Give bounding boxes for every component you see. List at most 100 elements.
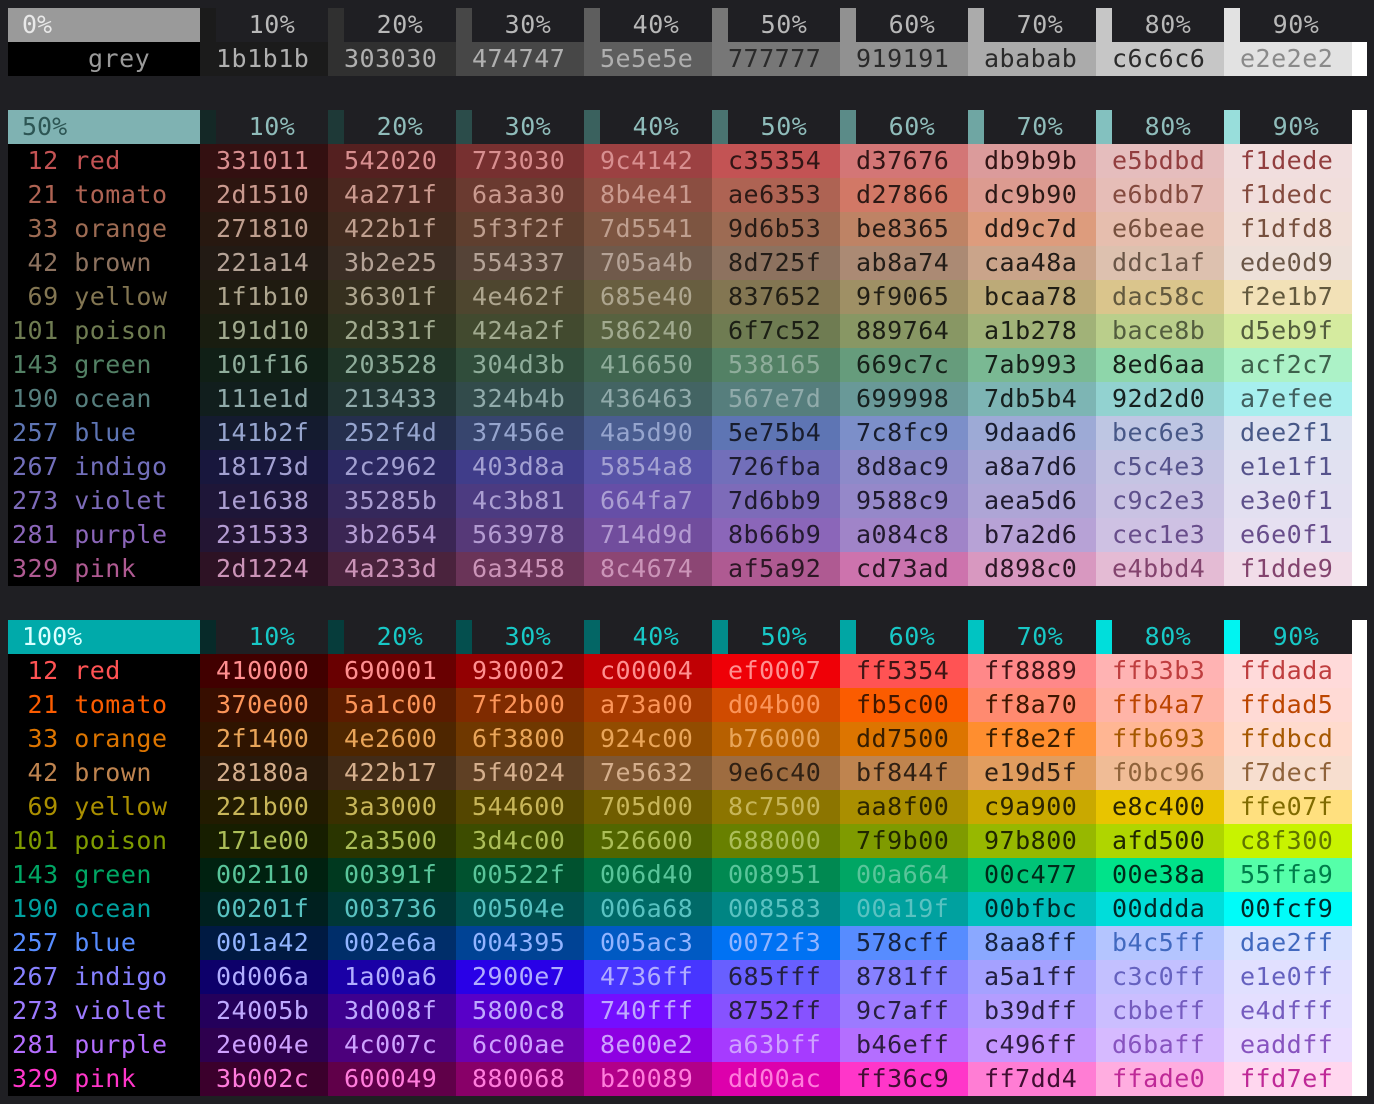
- swatch-violet-30: 4c3b81: [456, 484, 584, 518]
- color-row: 257 blue 001a42 002e6a 004395 005ac3 0072f3 57…: [8, 926, 1367, 960]
- white-edge: [1352, 960, 1367, 994]
- swatch-violet-50: 8752ff: [712, 994, 840, 1028]
- swatch-ocean-40: 436463: [584, 382, 712, 416]
- swatch-violet-40: 740fff: [584, 994, 712, 1028]
- swatch-purple-30: 563978: [456, 518, 584, 552]
- swatch-blue-90: dae2ff: [1224, 926, 1352, 960]
- swatch-pink-40: 8c4674: [584, 552, 712, 586]
- swatch-poison-50: 688000: [712, 824, 840, 858]
- swatch-poison-10: 171e00: [200, 824, 328, 858]
- white-edge: [1352, 756, 1367, 790]
- percent-header-60: 60%: [840, 110, 968, 144]
- row-label-orange: 33 orange: [12, 214, 168, 243]
- white-edge: [1352, 246, 1367, 280]
- color-row: 257 blue 141b2f 252f4d 37456e 4a5d90 5e75b4 7c…: [8, 416, 1367, 450]
- swatch-purple-80: cec1e3: [1096, 518, 1224, 552]
- swatch-indigo-60: 8d8ac9: [840, 450, 968, 484]
- white-edge: [1352, 858, 1367, 892]
- swatch-poison-60: 889764: [840, 314, 968, 348]
- swatch-indigo-50: 685fff: [712, 960, 840, 994]
- swatch-pink-30: 6a3458: [456, 552, 584, 586]
- grey-swatch-1b1b1b: 1b1b1b: [200, 42, 328, 76]
- swatch-tomato-60: d27866: [840, 178, 968, 212]
- swatch-orange-90: f1dfd8: [1224, 212, 1352, 246]
- swatch-tomato-10: 370e00: [200, 688, 328, 722]
- swatch-tomato-50: ae6353: [712, 178, 840, 212]
- swatch-red-30: 773030: [456, 144, 584, 178]
- color-row: 42 brown 28180a 422b17 5f4024 7e5632 9e6c40 bf…: [8, 756, 1367, 790]
- swatch-purple-70: c496ff: [968, 1028, 1096, 1062]
- swatch-yellow-60: aa8f00: [840, 790, 968, 824]
- swatch-ocean-40: 006a68: [584, 892, 712, 926]
- swatch-yellow-30: 544600: [456, 790, 584, 824]
- swatch-purple-20: 4c007c: [328, 1028, 456, 1062]
- swatch-red-70: db9b9b: [968, 144, 1096, 178]
- swatch-orange-20: 422b1f: [328, 212, 456, 246]
- swatch-blue-50: 0072f3: [712, 926, 840, 960]
- row-label-purple: 281 purple: [12, 1030, 168, 1059]
- white-edge: [1352, 994, 1367, 1028]
- swatch-orange-10: 2f1400: [200, 722, 328, 756]
- color-row: 190 ocean 111e1d 213433 324b4b 436463 567e7d 6…: [8, 382, 1367, 416]
- color-row: 69 yellow 221b00 3a3000 544600 705d00 8c7500 a…: [8, 790, 1367, 824]
- swatch-pink-50: dd00ac: [712, 1062, 840, 1096]
- color-row: 12 red 331011 542020 773030 9c4142 c35354 d376…: [8, 144, 1367, 178]
- swatch-brown-80: ddc1af: [1096, 246, 1224, 280]
- percent-header-10: 10%: [200, 620, 328, 654]
- swatch-violet-30: 5800c8: [456, 994, 584, 1028]
- swatch-poison-40: 586240: [584, 314, 712, 348]
- percent-header-10: 10%: [200, 8, 328, 42]
- swatch-red-90: f1dede: [1224, 144, 1352, 178]
- swatch-orange-80: e6beae: [1096, 212, 1224, 246]
- row-label-violet: 273 violet: [12, 996, 168, 1025]
- swatch-blue-50: 5e75b4: [712, 416, 840, 450]
- row-label-green: 143 green: [12, 350, 152, 379]
- color-row: 281 purple 231533 3b2654 563978 714d9d 8b66b9…: [8, 518, 1367, 552]
- swatch-blue-40: 4a5d90: [584, 416, 712, 450]
- color-row: 273 violet 1e1638 35285b 4c3b81 664fa7 7d6bb9…: [8, 484, 1367, 518]
- swatch-indigo-20: 2c2962: [328, 450, 456, 484]
- white-edge: [1352, 688, 1367, 722]
- swatch-purple-90: e6e0f1: [1224, 518, 1352, 552]
- swatch-ocean-60: 699998: [840, 382, 968, 416]
- swatch-pink-90: f1dde9: [1224, 552, 1352, 586]
- swatch-green-40: 006d40: [584, 858, 712, 892]
- percent-header-10: 10%: [200, 110, 328, 144]
- swatch-poison-50: 6f7c52: [712, 314, 840, 348]
- swatch-ocean-80: 00ddda: [1096, 892, 1224, 926]
- row-label-yellow: 69 yellow: [12, 282, 168, 311]
- swatch-indigo-50: 726fba: [712, 450, 840, 484]
- swatch-yellow-20: 36301f: [328, 280, 456, 314]
- percent-header-60: 60%: [840, 8, 968, 42]
- grey-swatch-303030: 303030: [328, 42, 456, 76]
- percent-header-80: 80%: [1096, 110, 1224, 144]
- mid-chroma-section: 50% 10% 20% 30% 40% 50% 60% 70% 80% 90% 12 red 331…: [8, 110, 1367, 586]
- row-label-yellow: 69 yellow: [12, 792, 168, 821]
- white-edge: [1352, 212, 1367, 246]
- white-edge: [1352, 280, 1367, 314]
- swatch-pink-10: 2d1224: [200, 552, 328, 586]
- swatch-purple-20: 3b2654: [328, 518, 456, 552]
- swatch-violet-20: 3d008f: [328, 994, 456, 1028]
- swatch-brown-90: ede0d9: [1224, 246, 1352, 280]
- row-label-ocean: 190 ocean: [12, 384, 152, 413]
- swatch-indigo-20: 1a00a6: [328, 960, 456, 994]
- swatch-green-30: 304d3b: [456, 348, 584, 382]
- full-chroma-section: 100% 10% 20% 30% 40% 50% 60% 70% 80% 90% 12 red 41…: [8, 620, 1367, 1096]
- swatch-ocean-90: a7efee: [1224, 382, 1352, 416]
- row-label-blue: 257 blue: [12, 418, 137, 447]
- swatch-indigo-40: 4736ff: [584, 960, 712, 994]
- swatch-yellow-80: e8c400: [1096, 790, 1224, 824]
- white-edge: [1352, 654, 1367, 688]
- swatch-red-80: ffb3b3: [1096, 654, 1224, 688]
- white-edge: [1352, 348, 1367, 382]
- color-row: 21 tomato 2d1510 4a271f 6a3a30 8b4e41 ae6353 d…: [8, 178, 1367, 212]
- swatch-poison-90: d5eb9f: [1224, 314, 1352, 348]
- row-label-pink: 329 pink: [12, 554, 137, 583]
- swatch-yellow-90: ffe07f: [1224, 790, 1352, 824]
- swatch-ocean-20: 213433: [328, 382, 456, 416]
- swatch-green-50: 008951: [712, 858, 840, 892]
- swatch-poison-70: a1b278: [968, 314, 1096, 348]
- percent-header-20: 20%: [328, 110, 456, 144]
- white-edge: [1352, 824, 1367, 858]
